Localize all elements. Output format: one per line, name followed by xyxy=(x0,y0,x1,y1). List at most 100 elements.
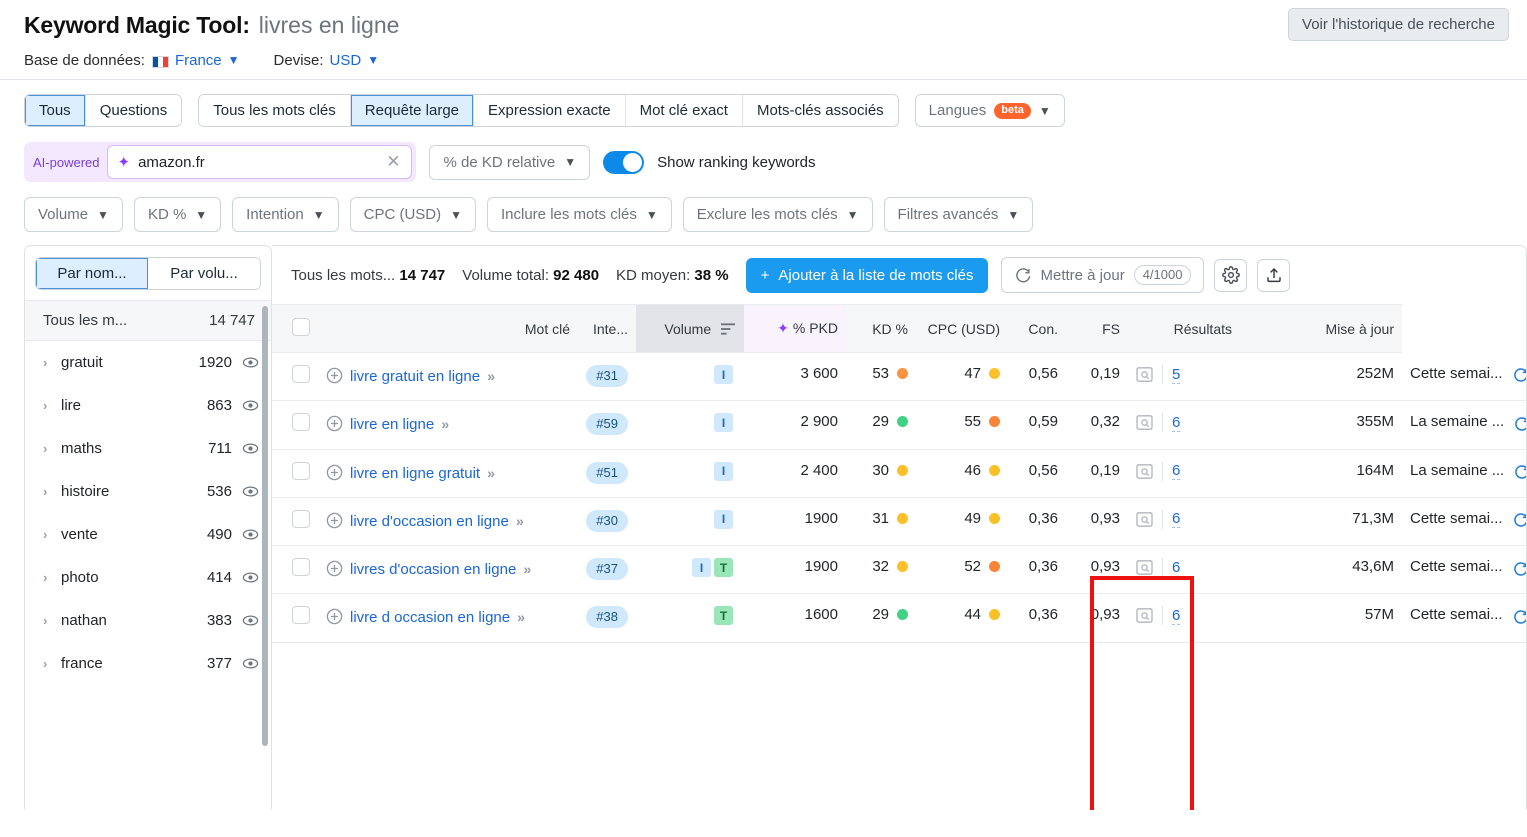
chevron-right-icon[interactable]: › xyxy=(43,613,61,628)
rank-badge[interactable]: #31 xyxy=(586,365,628,387)
eye-icon[interactable] xyxy=(242,397,259,414)
table-row[interactable]: livre d'occasion en ligne » #30 I 1900 31 49 0… xyxy=(272,497,1526,547)
intent-badge-I[interactable]: I xyxy=(714,413,733,433)
show-ranking-keywords-toggle[interactable] xyxy=(603,150,645,174)
keyword-link[interactable]: livre d'occasion en ligne » xyxy=(350,510,524,533)
row-select-cell[interactable] xyxy=(272,593,318,643)
tab-expression-exacte[interactable]: Expression exacte xyxy=(474,95,626,126)
languages-dropdown[interactable]: Langues beta ▼ xyxy=(914,94,1065,127)
chevron-right-icon[interactable]: › xyxy=(43,570,61,585)
sidebar-item-photo[interactable]: › photo 414 xyxy=(25,556,271,599)
table-row[interactable]: livre en ligne » #59 I 2 900 29 55 0,59 0,32 6 35… xyxy=(272,400,1527,450)
database-value[interactable]: France xyxy=(175,52,222,69)
double-chevron-icon[interactable]: » xyxy=(441,416,449,432)
rank-badge[interactable]: #37 xyxy=(586,558,628,580)
row-checkbox[interactable] xyxy=(292,509,310,528)
table-row[interactable]: livre gratuit en ligne » #31 I 3 600 53 47 0,5… xyxy=(272,352,1527,402)
chevron-right-icon[interactable]: › xyxy=(43,355,61,370)
chevron-down-icon[interactable]: ▼ xyxy=(367,53,379,67)
chevron-right-icon[interactable]: › xyxy=(43,656,61,671)
serp-feature-count[interactable]: 6 xyxy=(1172,607,1181,625)
table-row[interactable]: livre en ligne gratuit » #51 I 2 400 30 46 0,5… xyxy=(272,449,1527,498)
add-keyword-icon[interactable] xyxy=(326,512,343,529)
th-cpc[interactable]: CPC (USD) xyxy=(916,304,1008,353)
refresh-row-icon[interactable] xyxy=(1513,416,1527,432)
rank-badge[interactable]: #38 xyxy=(586,606,628,629)
filter-cpc[interactable]: CPC (USD) ▼ xyxy=(349,197,476,232)
row-checkbox[interactable] xyxy=(292,461,310,480)
eye-icon[interactable] xyxy=(242,655,259,672)
update-button[interactable]: Mettre à jour 4/1000 xyxy=(1001,257,1205,293)
intent-badge-I[interactable]: I xyxy=(692,558,711,577)
filter-intention[interactable]: Intention ▼ xyxy=(232,197,339,232)
chevron-right-icon[interactable]: › xyxy=(43,441,61,456)
chevron-down-icon[interactable]: ▼ xyxy=(228,53,240,67)
sidebar-sort-by-name[interactable]: Par nom... xyxy=(36,258,148,289)
th-serp-features[interactable]: FS xyxy=(1066,304,1128,353)
add-keyword-icon[interactable] xyxy=(326,367,343,384)
chevron-right-icon[interactable]: › xyxy=(43,398,61,413)
tab-tous-les-mots-cles[interactable]: Tous les mots clés xyxy=(199,95,351,126)
tab-mot-cle-exact[interactable]: Mot clé exact xyxy=(625,95,743,126)
th-competition[interactable]: Con. xyxy=(1008,304,1066,353)
domain-input[interactable]: amazon.fr xyxy=(138,154,384,171)
chevron-right-icon[interactable]: › xyxy=(43,484,61,499)
keyword-link[interactable]: livre gratuit en ligne » xyxy=(350,365,495,388)
row-select-cell[interactable] xyxy=(272,352,318,402)
refresh-row-icon[interactable] xyxy=(1512,609,1527,625)
sidebar-sort-by-volume[interactable]: Par volu... xyxy=(148,258,260,289)
intent-badge-I[interactable]: I xyxy=(714,365,733,384)
search-history-button[interactable]: Voir l'historique de recherche xyxy=(1288,8,1509,41)
refresh-row-icon[interactable] xyxy=(1513,464,1527,480)
serp-feature-count[interactable]: 6 xyxy=(1172,414,1181,432)
rank-badge[interactable]: #59 xyxy=(586,413,628,436)
row-select-cell[interactable] xyxy=(272,545,318,595)
add-to-keyword-list-button[interactable]: + Ajouter à la liste de mots clés xyxy=(745,257,989,293)
export-button[interactable] xyxy=(1257,258,1291,292)
row-checkbox[interactable] xyxy=(292,365,310,383)
add-keyword-icon[interactable] xyxy=(326,464,343,481)
serp-feature-count[interactable]: 6 xyxy=(1172,462,1181,480)
keyword-link[interactable]: livre d occasion en ligne » xyxy=(350,606,525,629)
th-keyword[interactable]: Mot clé xyxy=(318,304,578,353)
th-kd[interactable]: KD % xyxy=(846,304,916,353)
filter-exclude-keywords[interactable]: Exclure les mots clés ▼ xyxy=(682,197,873,232)
double-chevron-icon[interactable]: » xyxy=(517,609,525,625)
serp-feature-count[interactable]: 5 xyxy=(1172,366,1181,384)
eye-icon[interactable] xyxy=(242,440,259,457)
filter-kd[interactable]: KD % ▼ xyxy=(133,197,222,232)
intent-badge-T[interactable]: T xyxy=(714,558,733,577)
keyword-link[interactable]: livre en ligne gratuit » xyxy=(350,462,495,485)
rank-badge[interactable]: #51 xyxy=(586,461,628,484)
sidebar-item-all-keywords[interactable]: Tous les m... 14 747 xyxy=(25,300,271,341)
sidebar-item-lire[interactable]: › lire 863 xyxy=(25,384,271,427)
serp-feature-icon[interactable] xyxy=(1136,511,1153,527)
row-checkbox[interactable] xyxy=(292,606,310,625)
serp-feature-icon[interactable] xyxy=(1136,608,1153,624)
intent-badge-T[interactable]: T xyxy=(714,606,733,626)
kd-type-select[interactable]: % de KD relative ▼ xyxy=(429,144,591,180)
tab-tous[interactable]: Tous xyxy=(25,95,86,126)
keyword-link[interactable]: livre en ligne » xyxy=(350,413,449,436)
chevron-right-icon[interactable]: › xyxy=(43,527,61,542)
domain-input-wrapper[interactable]: ✦ amazon.fr ✕ xyxy=(107,145,413,179)
refresh-row-icon[interactable] xyxy=(1512,367,1527,383)
th-updated[interactable]: Mise à jour xyxy=(1240,304,1402,353)
table-row[interactable]: livre d occasion en ligne » #38 T 1600 29 44 0… xyxy=(272,593,1527,643)
sidebar-item-nathan[interactable]: › nathan 383 xyxy=(25,599,271,642)
add-keyword-icon[interactable] xyxy=(326,608,343,625)
serp-feature-icon[interactable] xyxy=(1136,560,1153,575)
keyword-link[interactable]: livres d'occasion en ligne » xyxy=(350,558,531,581)
eye-icon[interactable] xyxy=(242,569,259,586)
settings-button[interactable] xyxy=(1214,258,1248,292)
row-checkbox[interactable] xyxy=(292,558,310,576)
table-row[interactable]: livres d'occasion en ligne » #37 I T 1900 32 5… xyxy=(272,545,1526,595)
serp-feature-icon[interactable] xyxy=(1136,367,1153,382)
double-chevron-icon[interactable]: » xyxy=(523,561,531,577)
serp-feature-icon[interactable] xyxy=(1136,415,1153,431)
tab-mots-cles-associes[interactable]: Mots-clés associés xyxy=(742,95,898,126)
th-pkd[interactable]: ✦% PKD xyxy=(744,304,846,353)
clear-icon[interactable]: ✕ xyxy=(384,152,402,172)
serp-feature-count[interactable]: 6 xyxy=(1172,559,1181,577)
select-all-checkbox[interactable] xyxy=(292,318,310,336)
